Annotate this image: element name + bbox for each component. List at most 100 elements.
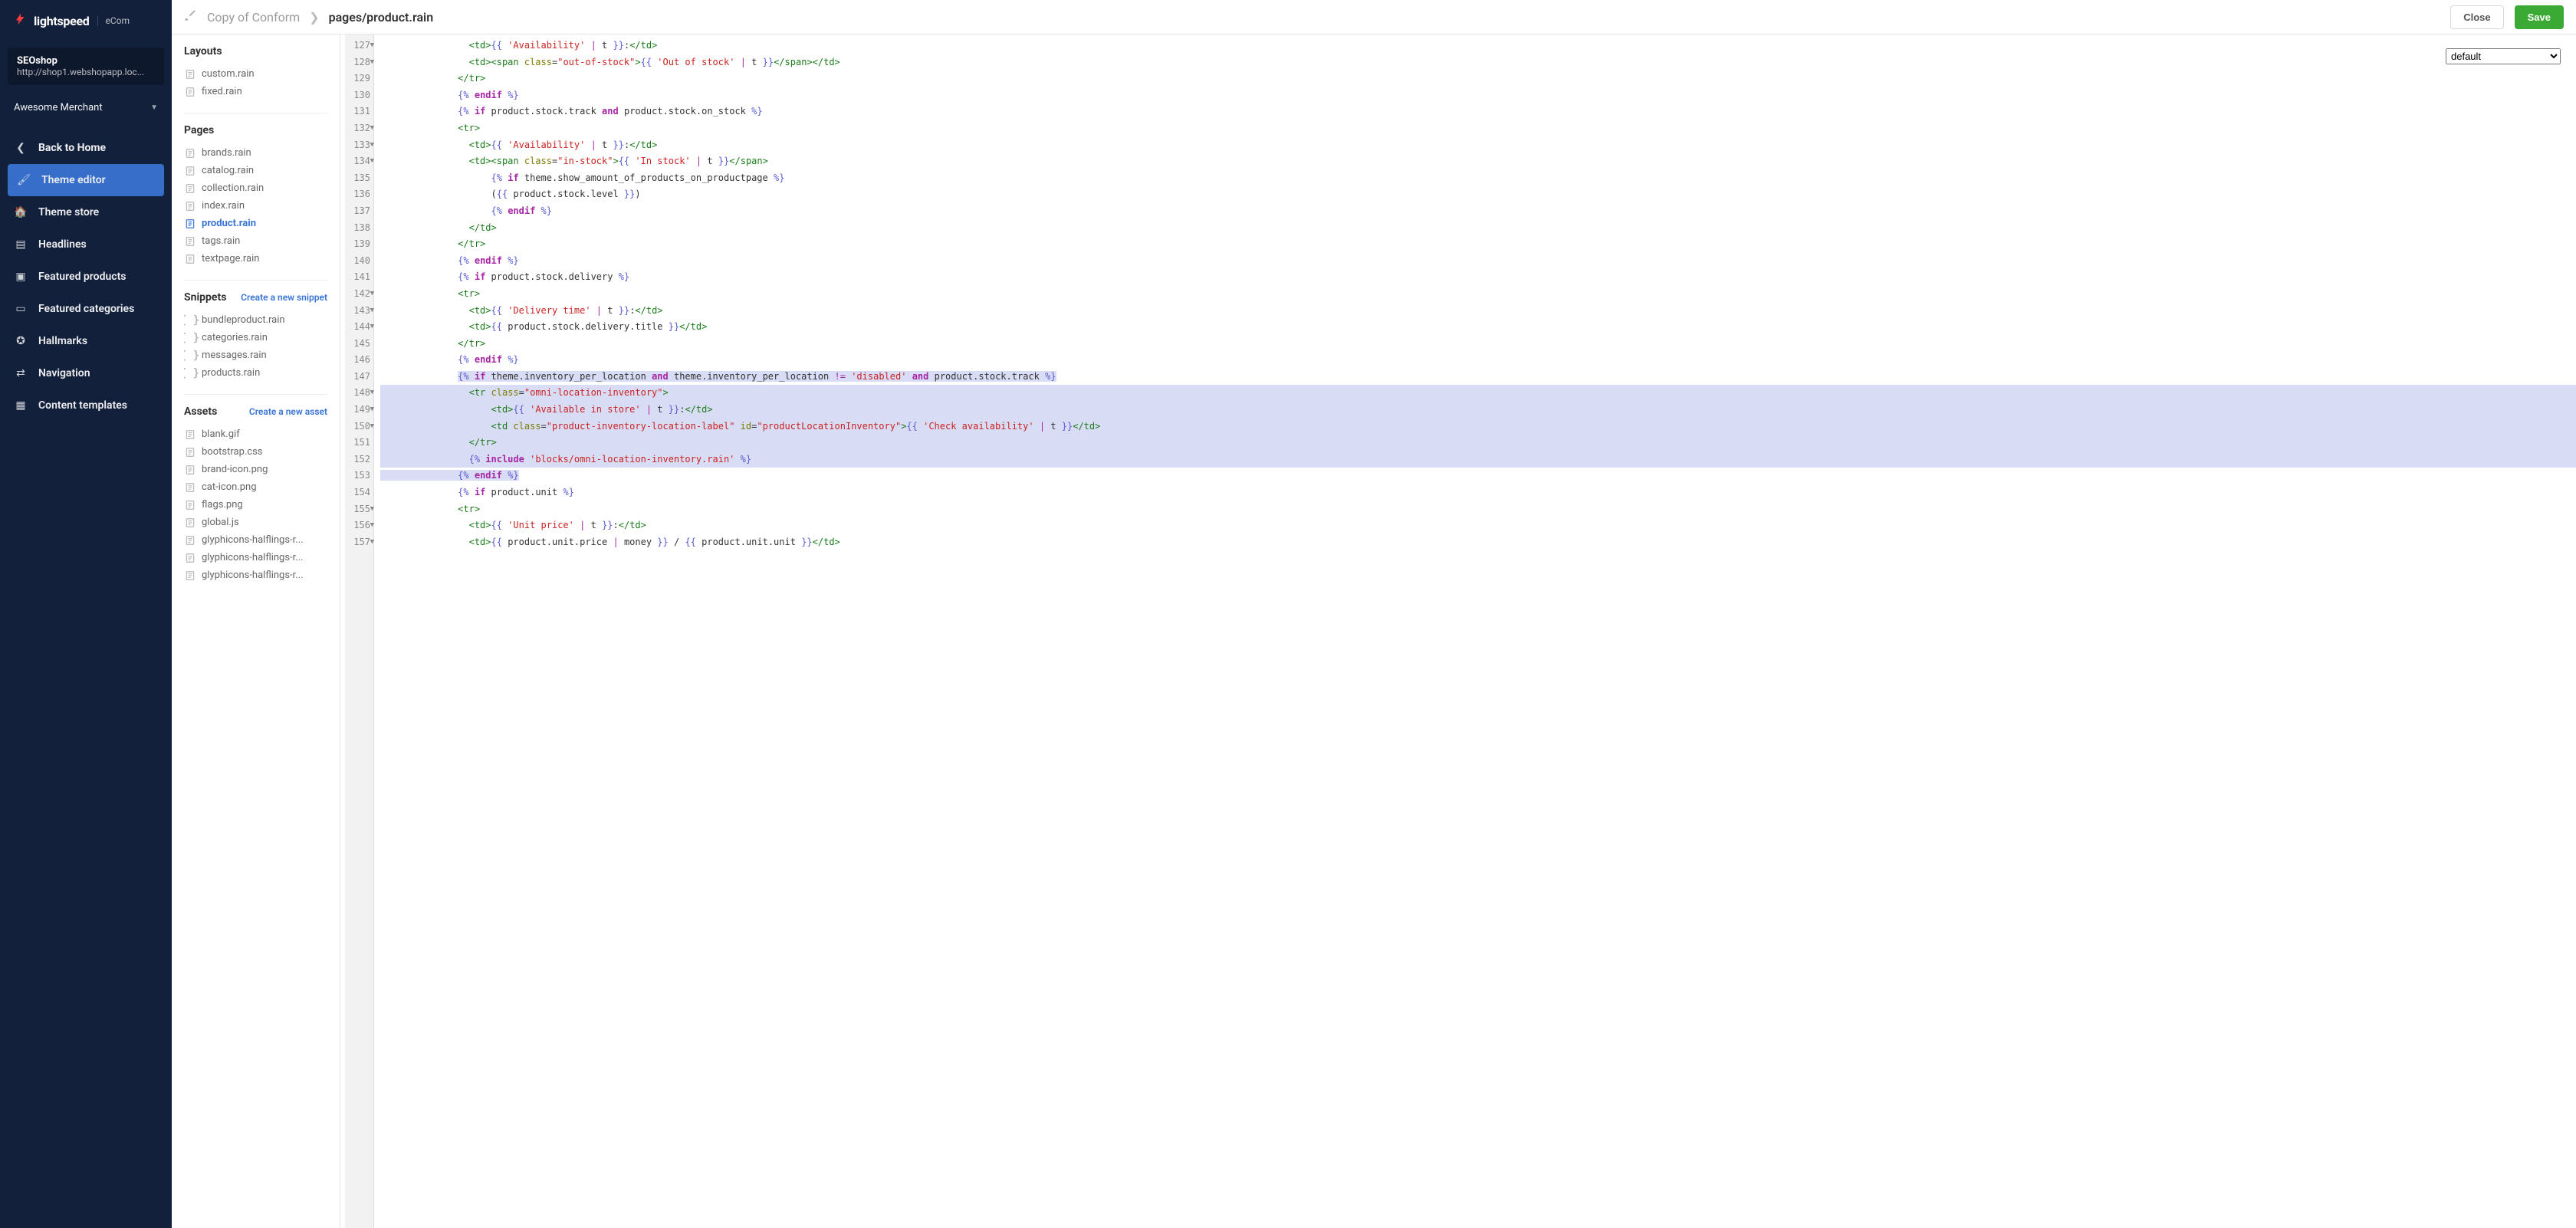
file-cat-icon-png[interactable]: cat-icon.png (184, 478, 327, 496)
mode-select-wrapper: default (2446, 48, 2561, 64)
code-content[interactable]: <td>{{ 'Availability' | t }}:</td> <td><… (374, 34, 2576, 1228)
merchant-dropdown[interactable]: Awesome Merchant ▼ (0, 91, 172, 124)
code-line[interactable]: {% if product.unit %} (380, 484, 2576, 501)
file-label: glyphicons-halflings-r... (202, 534, 304, 546)
file-collection-rain[interactable]: collection.rain (184, 179, 327, 197)
file-tags-rain[interactable]: tags.rain (184, 232, 327, 250)
nav-theme-editor[interactable]: 🖌Theme editor (8, 164, 164, 196)
gutter-line: 136 (345, 186, 373, 203)
code-line[interactable]: <td>{{ 'Delivery time' | t }}:</td> (380, 303, 2576, 320)
breadcrumb: Copy of Conform ❯ pages/product.rain (207, 10, 433, 25)
code-line[interactable]: {% endif %} (380, 87, 2576, 104)
gutter-line: 153 (345, 468, 373, 484)
code-line[interactable]: <tr> (380, 286, 2576, 303)
file-bootstrap-css[interactable]: bootstrap.css (184, 443, 327, 461)
file-product-rain[interactable]: product.rain (184, 215, 327, 232)
code-line[interactable]: ({{ product.stock.level }}) (380, 186, 2576, 203)
file-global-js[interactable]: global.js (184, 514, 327, 531)
section-title: Assets (184, 406, 217, 418)
code-line[interactable]: <td>{{ 'Availability' | t }}:</td> (380, 137, 2576, 154)
code-line[interactable]: </td> (380, 220, 2576, 237)
file-icon (184, 481, 196, 493)
code-line[interactable]: {% endif %} (380, 468, 2576, 484)
file-glyphicons-halflings-r-[interactable]: glyphicons-halflings-r... (184, 549, 327, 566)
code-line[interactable]: </tr> (380, 336, 2576, 353)
file-label: blank.gif (202, 428, 240, 440)
template-mode-select[interactable]: default (2446, 48, 2561, 64)
gutter-line: 137 (345, 203, 373, 220)
code-line[interactable]: </tr> (380, 71, 2576, 87)
code-line[interactable]: <td>{{ 'Unit price' | t }}:</td> (380, 517, 2576, 534)
code-line[interactable]: {% if product.stock.track and product.st… (380, 103, 2576, 120)
nav-navigation[interactable]: ⇄Navigation (0, 357, 172, 389)
panel-section-pages: Pagesbrands.raincatalog.raincollection.r… (172, 124, 340, 268)
gutter-line: 134▼ (345, 153, 373, 170)
gutter-line: 135 (345, 170, 373, 187)
file-custom-rain[interactable]: custom.rain (184, 65, 327, 83)
code-line[interactable]: {% include 'blocks/omni-location-invento… (380, 451, 2576, 468)
code-line[interactable]: <td><span class="out-of-stock">{{ 'Out o… (380, 54, 2576, 71)
file-glyphicons-halflings-r-[interactable]: glyphicons-halflings-r... (184, 531, 327, 549)
line-gutter: 127▼128▼129130131132▼133▼134▼13513613713… (340, 34, 374, 1228)
main-nav: ❮ Back to Home 🖌Theme editor🏠Theme store… (0, 124, 172, 422)
nav-back-home[interactable]: ❮ Back to Home (0, 132, 172, 164)
file-bundleproduct-rain[interactable]: { }bundleproduct.rain (184, 311, 327, 329)
gutter-line: 127▼ (345, 38, 373, 54)
nav-featured-products[interactable]: ▣Featured products (0, 261, 172, 293)
section-action-link[interactable]: Create a new snippet (241, 292, 327, 303)
code-line[interactable]: <td>{{ product.unit.price | money }} / {… (380, 534, 2576, 551)
close-button[interactable]: Close (2450, 5, 2503, 29)
code-line[interactable]: <td><span class="in-stock">{{ 'In stock'… (380, 153, 2576, 170)
file-index-rain[interactable]: index.rain (184, 197, 327, 215)
file-brands-rain[interactable]: brands.rain (184, 144, 327, 162)
section-action-link[interactable]: Create a new asset (249, 406, 327, 417)
gutter-line: 151 (345, 435, 373, 451)
file-flags-png[interactable]: flags.png (184, 496, 327, 514)
file-textpage-rain[interactable]: textpage.rain (184, 250, 327, 268)
nav-headlines[interactable]: ▤Headlines (0, 228, 172, 261)
save-button[interactable]: Save (2515, 5, 2564, 29)
gutter-line: 149▼ (345, 402, 373, 419)
code-line[interactable]: <td class="product-inventory-location-la… (380, 419, 2576, 435)
editor-area: Layoutscustom.rainfixed.rainPagesbrands.… (172, 34, 2576, 1228)
code-line[interactable]: <tr> (380, 501, 2576, 518)
file-fixed-rain[interactable]: fixed.rain (184, 83, 327, 100)
file-glyphicons-halflings-r-[interactable]: glyphicons-halflings-r... (184, 566, 327, 584)
file-label: cat-icon.png (202, 481, 257, 493)
file-brand-icon-png[interactable]: brand-icon.png (184, 461, 327, 478)
code-line[interactable]: {% if product.stock.delivery %} (380, 269, 2576, 286)
gutter-line: 147 (345, 369, 373, 386)
file-label: fixed.rain (202, 86, 242, 97)
gutter-line: 144▼ (345, 319, 373, 336)
nav-label: Theme store (38, 206, 99, 218)
template-icon: ▦ (14, 399, 28, 412)
content-area: Copy of Conform ❯ pages/product.rain Clo… (172, 0, 2576, 1228)
code-line[interactable]: </tr> (380, 435, 2576, 451)
nav-content-templates[interactable]: ▦Content templates (0, 389, 172, 422)
file-icon (184, 517, 196, 528)
nav-featured-categories[interactable]: ▭Featured categories (0, 293, 172, 325)
code-line[interactable]: {% if theme.show_amount_of_products_on_p… (380, 170, 2576, 187)
file-products-rain[interactable]: { }products.rain (184, 364, 327, 382)
code-line[interactable]: <tr> (380, 120, 2576, 137)
code-line[interactable]: </tr> (380, 236, 2576, 253)
file-explorer-panel[interactable]: Layoutscustom.rainfixed.rainPagesbrands.… (172, 34, 340, 1228)
file-categories-rain[interactable]: { }categories.rain (184, 329, 327, 346)
code-line[interactable]: <td>{{ product.stock.delivery.title }}</… (380, 319, 2576, 336)
bc-project[interactable]: Copy of Conform (207, 10, 300, 25)
code-line[interactable]: <td>{{ 'Available in store' | t }}:</td> (380, 402, 2576, 419)
code-line[interactable]: {% endif %} (380, 352, 2576, 369)
nav-theme-store[interactable]: 🏠Theme store (0, 196, 172, 228)
code-line[interactable]: <td>{{ 'Availability' | t }}:</td> (380, 38, 2576, 54)
shop-info-box[interactable]: SEOshop http://shop1.webshopapp.loc... (8, 48, 164, 85)
code-line[interactable]: {% endif %} (380, 203, 2576, 220)
code-line[interactable]: {% if theme.inventory_per_location and t… (380, 369, 2576, 386)
file-blank-gif[interactable]: blank.gif (184, 425, 327, 443)
code-line[interactable]: {% endif %} (380, 253, 2576, 270)
file-messages-rain[interactable]: { }messages.rain (184, 346, 327, 364)
file-catalog-rain[interactable]: catalog.rain (184, 162, 327, 179)
nav-hallmarks[interactable]: ✪Hallmarks (0, 325, 172, 357)
code-editor[interactable]: default 127▼128▼129130131132▼133▼134▼135… (340, 34, 2576, 1228)
file-icon (184, 499, 196, 511)
code-line[interactable]: <tr class="omni-location-inventory"> (380, 385, 2576, 402)
